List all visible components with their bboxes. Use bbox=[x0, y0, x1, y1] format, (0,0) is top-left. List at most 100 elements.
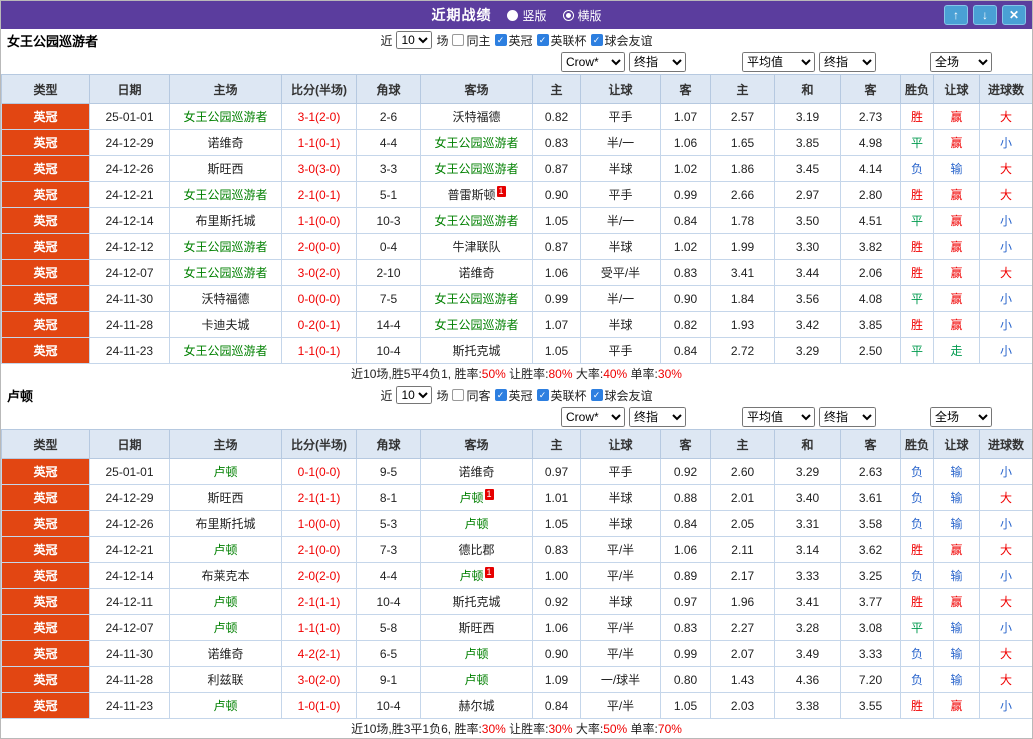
match-score[interactable]: 0-0(0-0) bbox=[281, 285, 357, 312]
euro-odds-mode-select[interactable]: 平均值 bbox=[742, 407, 815, 427]
home-team[interactable]: 布里斯托城 bbox=[169, 207, 282, 234]
match-score[interactable]: 2-1(1-1) bbox=[281, 484, 357, 511]
away-team[interactable]: 女王公园巡游者 bbox=[420, 155, 533, 182]
away-team[interactable]: 诺维奇 bbox=[420, 458, 533, 485]
euro-odds-mode-select[interactable]: 平均值 bbox=[742, 52, 815, 72]
league-checkbox-efl-cup[interactable]: 英联杯 bbox=[536, 387, 587, 404]
close-button[interactable]: ✕ bbox=[1002, 5, 1026, 25]
away-team[interactable]: 赫尔城 bbox=[420, 692, 533, 719]
match-score[interactable]: 2-0(0-0) bbox=[281, 233, 357, 260]
match-score[interactable]: 1-0(1-0) bbox=[281, 692, 357, 719]
column-header: 胜负 bbox=[900, 74, 934, 104]
euro-odds-type-select[interactable]: 终指 bbox=[819, 407, 876, 427]
match-score[interactable]: 3-1(2-0) bbox=[281, 103, 357, 130]
home-team[interactable]: 女王公园巡游者 bbox=[169, 233, 282, 260]
league-checkbox-championship[interactable]: 英冠 bbox=[494, 387, 533, 404]
scope-select[interactable]: 全场 bbox=[930, 407, 992, 427]
home-team[interactable]: 女王公园巡游者 bbox=[169, 181, 282, 208]
away-team[interactable]: 卢顿 1 bbox=[420, 562, 533, 589]
home-team[interactable]: 诺维奇 bbox=[169, 129, 282, 156]
home-team[interactable]: 斯旺西 bbox=[169, 155, 282, 182]
handicap-away-odds: 0.84 bbox=[660, 510, 711, 537]
match-score[interactable]: 1-1(0-1) bbox=[281, 129, 357, 156]
home-team[interactable]: 卢顿 bbox=[169, 614, 282, 641]
away-team[interactable]: 卢顿 bbox=[420, 640, 533, 667]
home-team[interactable]: 沃特福德 bbox=[169, 285, 282, 312]
team-name-text: 斯托克城 bbox=[452, 595, 501, 609]
match-score[interactable]: 2-1(0-0) bbox=[281, 536, 357, 563]
layout-radio-vertical[interactable]: 竖版 bbox=[507, 7, 547, 24]
home-team[interactable]: 卢顿 bbox=[169, 458, 282, 485]
home-team[interactable]: 女王公园巡游者 bbox=[169, 337, 282, 364]
league-type-cell: 英冠 bbox=[1, 640, 90, 667]
away-team[interactable]: 女王公园巡游者 bbox=[420, 129, 533, 156]
away-team[interactable]: 卢顿 bbox=[420, 666, 533, 693]
home-team[interactable]: 女王公园巡游者 bbox=[169, 103, 282, 130]
match-score[interactable]: 2-1(0-1) bbox=[281, 181, 357, 208]
away-team[interactable]: 诺维奇 bbox=[420, 259, 533, 286]
handicap-line: 平/半 bbox=[580, 692, 661, 719]
match-score[interactable]: 1-1(0-1) bbox=[281, 337, 357, 364]
away-team[interactable]: 斯旺西 bbox=[420, 614, 533, 641]
home-team[interactable]: 卢顿 bbox=[169, 692, 282, 719]
over-under-result: 小 bbox=[979, 129, 1032, 156]
handicap-away-odds: 0.84 bbox=[660, 337, 711, 364]
checkbox-checked-icon bbox=[590, 389, 603, 401]
match-score[interactable]: 2-0(2-0) bbox=[281, 562, 357, 589]
league-checkbox-friendly[interactable]: 球会友谊 bbox=[590, 387, 653, 404]
away-team[interactable]: 斯托克城 bbox=[420, 337, 533, 364]
away-team[interactable]: 女王公园巡游者 bbox=[420, 311, 533, 338]
league-checkbox-friendly[interactable]: 球会友谊 bbox=[590, 32, 653, 49]
euro-away-odds: 2.06 bbox=[840, 259, 901, 286]
euro-draw-odds: 2.97 bbox=[774, 181, 841, 208]
away-team[interactable]: 卢顿 bbox=[420, 510, 533, 537]
euro-odds-type-select[interactable]: 终指 bbox=[819, 52, 876, 72]
match-count-select[interactable]: 10 bbox=[396, 31, 433, 49]
match-score[interactable]: 1-1(0-0) bbox=[281, 207, 357, 234]
layout-radio-horizontal[interactable]: 横版 bbox=[562, 7, 602, 24]
match-score[interactable]: 4-2(2-1) bbox=[281, 640, 357, 667]
home-team[interactable]: 诺维奇 bbox=[169, 640, 282, 667]
match-score[interactable]: 1-1(1-0) bbox=[281, 614, 357, 641]
away-team[interactable]: 德比郡 bbox=[420, 536, 533, 563]
match-score[interactable]: 3-0(2-0) bbox=[281, 666, 357, 693]
handicap-result: 赢 bbox=[933, 285, 980, 312]
away-team[interactable]: 斯托克城 bbox=[420, 588, 533, 615]
scope-select[interactable]: 全场 bbox=[930, 52, 992, 72]
games-label: 场 bbox=[436, 388, 449, 403]
match-score[interactable]: 0-2(0-1) bbox=[281, 311, 357, 338]
same-away-checkbox[interactable]: 同客 bbox=[452, 387, 491, 404]
home-team[interactable]: 布里斯托城 bbox=[169, 510, 282, 537]
league-type-cell: 英冠 bbox=[1, 181, 90, 208]
match-score[interactable]: 3-0(3-0) bbox=[281, 155, 357, 182]
home-team[interactable]: 卡迪夫城 bbox=[169, 311, 282, 338]
home-team[interactable]: 利兹联 bbox=[169, 666, 282, 693]
home-team[interactable]: 卢顿 bbox=[169, 536, 282, 563]
match-score[interactable]: 2-1(1-1) bbox=[281, 588, 357, 615]
match-score[interactable]: 3-0(2-0) bbox=[281, 259, 357, 286]
handicap-odds-type-select[interactable]: 终指 bbox=[629, 407, 686, 427]
odds-provider-select[interactable]: Crow* bbox=[561, 52, 625, 72]
away-team[interactable]: 女王公园巡游者 bbox=[420, 207, 533, 234]
league-checkbox-championship[interactable]: 英冠 bbox=[494, 32, 533, 49]
home-team[interactable]: 女王公园巡游者 bbox=[169, 259, 282, 286]
away-team[interactable]: 女王公园巡游者 bbox=[420, 285, 533, 312]
handicap-line: 平手 bbox=[580, 103, 661, 130]
away-team[interactable]: 牛津联队 bbox=[420, 233, 533, 260]
away-team[interactable]: 普雷斯顿 1 bbox=[420, 181, 533, 208]
odds-provider-select[interactable]: Crow* bbox=[561, 407, 625, 427]
match-score[interactable]: 0-1(0-0) bbox=[281, 458, 357, 485]
handicap-odds-type-select[interactable]: 终指 bbox=[629, 52, 686, 72]
away-team[interactable]: 卢顿 1 bbox=[420, 484, 533, 511]
match-count-select[interactable]: 10 bbox=[396, 386, 433, 404]
move-down-button[interactable]: ↓ bbox=[973, 5, 997, 25]
move-up-button[interactable]: ↑ bbox=[944, 5, 968, 25]
home-team[interactable]: 卢顿 bbox=[169, 588, 282, 615]
away-team[interactable]: 沃特福德 bbox=[420, 103, 533, 130]
win-draw-loss-result: 平 bbox=[900, 337, 934, 364]
home-team[interactable]: 斯旺西 bbox=[169, 484, 282, 511]
match-score[interactable]: 1-0(0-0) bbox=[281, 510, 357, 537]
league-checkbox-efl-cup[interactable]: 英联杯 bbox=[536, 32, 587, 49]
same-home-checkbox[interactable]: 同主 bbox=[452, 32, 491, 49]
home-team[interactable]: 布莱克本 bbox=[169, 562, 282, 589]
